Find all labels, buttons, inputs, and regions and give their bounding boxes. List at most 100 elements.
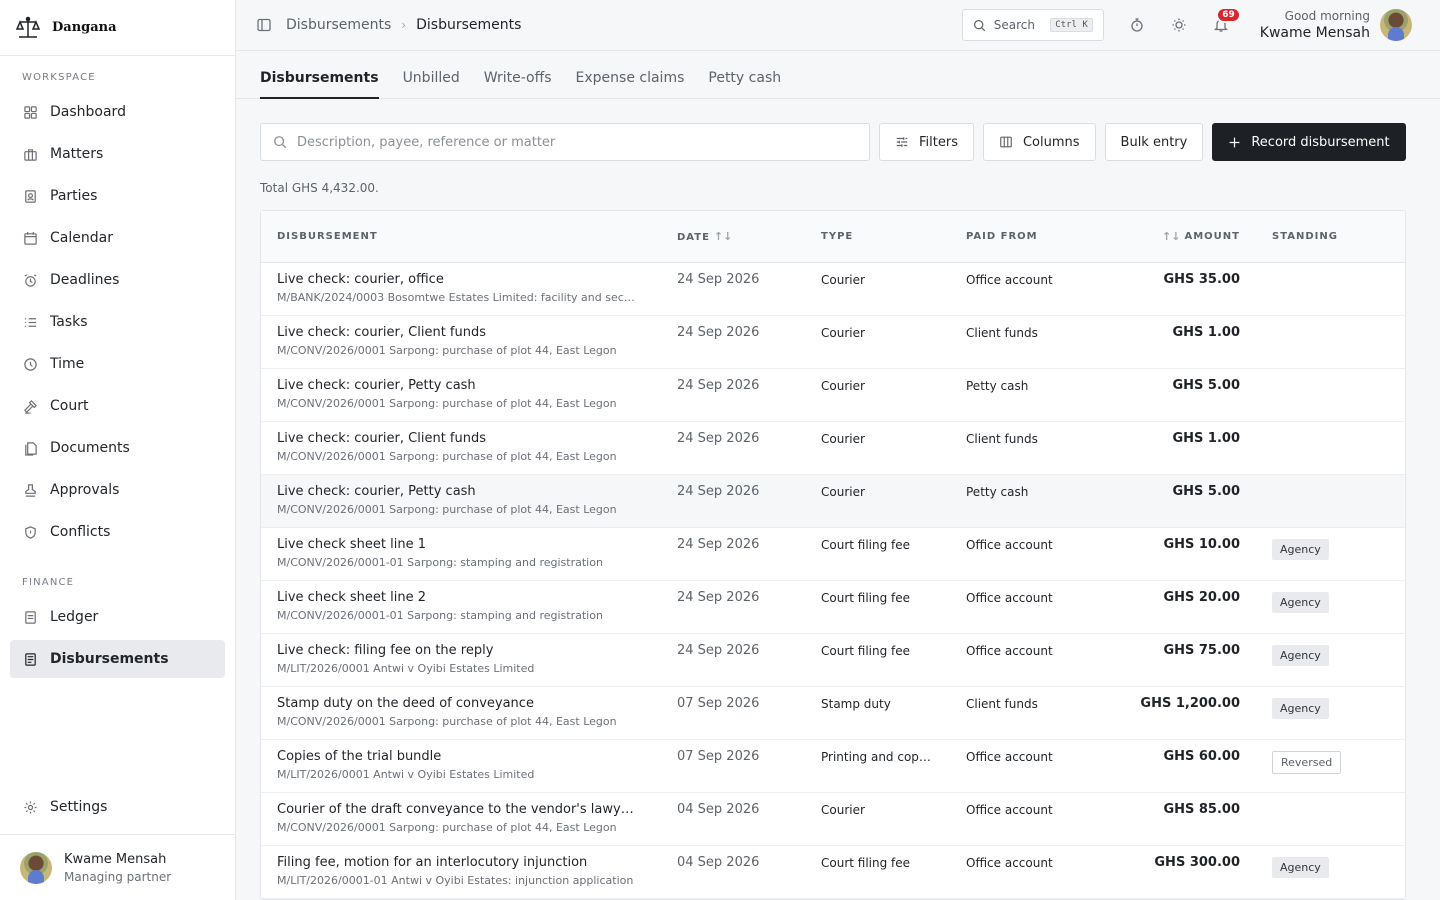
sidebar-item-court[interactable]: Court xyxy=(10,387,225,425)
sidebar-item-matters[interactable]: Matters xyxy=(10,135,225,173)
disbursement-title[interactable]: Live check: courier, office xyxy=(277,272,657,287)
table-row[interactable]: Live check sheet line 2 M/CONV/2026/0001-… xyxy=(261,581,1405,634)
column-header-date[interactable]: DATE ↑↓ xyxy=(677,230,821,243)
sidebar-item-conflicts[interactable]: Conflicts xyxy=(10,513,225,551)
matter-reference[interactable]: M/LIT/2026/0001 Antwi v Oyibi Estates Li… xyxy=(277,662,657,675)
ledger-icon xyxy=(22,609,38,625)
table-row[interactable]: Live check: courier, Client funds M/CONV/… xyxy=(261,316,1405,369)
table-row[interactable]: Live check: filing fee on the reply M/LIT… xyxy=(261,634,1405,687)
tab-write-offs[interactable]: Write-offs xyxy=(484,70,552,98)
paid-from-cell: Office account xyxy=(966,591,1053,605)
table-row[interactable]: Live check: courier, Client funds M/CONV/… xyxy=(261,422,1405,475)
sidebar-item-parties[interactable]: Parties xyxy=(10,177,225,215)
matter-reference[interactable]: M/CONV/2026/0001 Sarpong: purchase of pl… xyxy=(277,344,657,357)
disbursement-cell: Courier of the draft conveyance to the v… xyxy=(261,802,677,834)
matter-reference[interactable]: M/CONV/2026/0001 Sarpong: purchase of pl… xyxy=(277,503,657,516)
brand-name: Dangana xyxy=(52,20,117,35)
column-header-paid-from[interactable]: PAID FROM xyxy=(966,231,1096,242)
disbursement-cell: Live check sheet line 2 M/CONV/2026/0001-… xyxy=(261,590,677,622)
table-row[interactable]: Live check: courier, Petty cash M/CONV/20… xyxy=(261,475,1405,528)
table-row[interactable]: Stamp duty on the deed of conveyance M/CO… xyxy=(261,687,1405,740)
search-field[interactable] xyxy=(260,123,870,161)
breadcrumb-link[interactable]: Disbursements xyxy=(286,17,391,33)
disbursement-title[interactable]: Copies of the trial bundle xyxy=(277,749,657,764)
matter-reference[interactable]: M/CONV/2026/0001 Sarpong: purchase of pl… xyxy=(277,397,657,410)
disbursement-cell: Live check: courier, Client funds M/CONV/… xyxy=(261,325,677,357)
type-cell: Courier xyxy=(821,379,865,393)
column-header-standing[interactable]: STANDING xyxy=(1240,231,1400,242)
matter-reference[interactable]: M/CONV/2026/0001 Sarpong: purchase of pl… xyxy=(277,715,657,728)
disbursement-title[interactable]: Live check sheet line 1 xyxy=(277,537,657,552)
record-disbursement-button[interactable]: Record disbursement xyxy=(1212,123,1406,161)
tab-expense-claims[interactable]: Expense claims xyxy=(576,70,685,98)
sun-icon[interactable] xyxy=(1170,16,1188,34)
search-input[interactable] xyxy=(297,134,857,150)
stopwatch-icon[interactable] xyxy=(1128,16,1146,34)
disbursement-cell: Live check: courier, Petty cash M/CONV/20… xyxy=(261,484,677,516)
type-cell: Court filing fee xyxy=(821,538,911,552)
amount-cell: GHS 60.00 xyxy=(1163,749,1240,764)
scales-logo-icon xyxy=(14,14,42,42)
column-header-type[interactable]: TYPE xyxy=(821,231,966,242)
matter-reference[interactable]: M/LIT/2026/0001-01 Antwi v Oyibi Estates… xyxy=(277,874,657,887)
sidebar-item-ledger[interactable]: Ledger xyxy=(10,598,225,636)
disbursement-title[interactable]: Live check: courier, Client funds xyxy=(277,325,657,340)
sidebar-toggle-icon[interactable] xyxy=(256,17,272,33)
user-profile[interactable]: Kwame Mensah Managing partner xyxy=(0,834,235,900)
matter-reference[interactable]: M/CONV/2026/0001-01 Sarpong: stamping an… xyxy=(277,556,657,569)
disbursement-title[interactable]: Live check: courier, Petty cash xyxy=(277,378,657,393)
sidebar-item-dashboard[interactable]: Dashboard xyxy=(10,93,225,131)
paid-from-cell: Client funds xyxy=(966,326,1038,340)
global-search-button[interactable]: Search Ctrl K xyxy=(961,9,1104,42)
table-row[interactable]: Live check sheet line 1 M/CONV/2026/0001-… xyxy=(261,528,1405,581)
date-cell: 07 Sep 2026 xyxy=(677,749,760,764)
sidebar-item-label: Deadlines xyxy=(50,272,120,288)
disbursement-title[interactable]: Filing fee, motion for an interlocutory … xyxy=(277,855,657,870)
sidebar-item-label: Documents xyxy=(50,440,130,456)
sidebar-item-time[interactable]: Time xyxy=(10,345,225,383)
user-avatar[interactable] xyxy=(1380,9,1412,42)
type-cell: Court filing fee xyxy=(821,856,911,870)
matter-reference[interactable]: M/CONV/2026/0001 Sarpong: purchase of pl… xyxy=(277,450,657,463)
sidebar-item-approvals[interactable]: Approvals xyxy=(10,471,225,509)
toolbar: Filters Columns Bulk entry Record disbur… xyxy=(260,123,1406,161)
table-row[interactable]: Copies of the trial bundle M/LIT/2026/000… xyxy=(261,740,1405,793)
column-header-amount[interactable]: ↑↓ AMOUNT xyxy=(1096,230,1240,243)
filters-button[interactable]: Filters xyxy=(879,123,974,161)
disbursements-table: DISBURSEMENT DATE ↑↓ TYPE PAID FROM ↑↓ AMO… xyxy=(260,210,1406,900)
matter-reference[interactable]: M/BANK/2024/0003 Bosomtwe Estates Limite… xyxy=(277,291,657,304)
tab-disbursements[interactable]: Disbursements xyxy=(260,70,379,99)
sidebar-item-documents[interactable]: Documents xyxy=(10,429,225,467)
table-row[interactable]: Live check: courier, office M/BANK/2024/0… xyxy=(261,263,1405,316)
disbursement-title[interactable]: Live check: courier, Petty cash xyxy=(277,484,657,499)
sidebar-item-disbursements[interactable]: Disbursements xyxy=(10,640,225,678)
chevron-right-icon: › xyxy=(401,18,407,33)
paid-from-cell: Client funds xyxy=(966,697,1038,711)
disbursement-title[interactable]: Live check: courier, Client funds xyxy=(277,431,657,446)
bell-icon[interactable]: 69 xyxy=(1212,7,1241,34)
matter-reference[interactable]: M/CONV/2026/0001-01 Sarpong: stamping an… xyxy=(277,609,657,622)
tab-unbilled[interactable]: Unbilled xyxy=(403,70,460,98)
date-cell: 07 Sep 2026 xyxy=(677,696,760,711)
brand[interactable]: Dangana xyxy=(0,0,235,56)
sidebar-item-calendar[interactable]: Calendar xyxy=(10,219,225,257)
column-header-disbursement[interactable]: DISBURSEMENT xyxy=(261,231,677,242)
matter-reference[interactable]: M/CONV/2026/0001 Sarpong: purchase of pl… xyxy=(277,821,657,834)
tab-petty-cash[interactable]: Petty cash xyxy=(708,70,781,98)
table-row[interactable]: Courier of the draft conveyance to the v… xyxy=(261,793,1405,846)
total-summary: Total GHS 4,432.00. xyxy=(260,181,379,195)
columns-button[interactable]: Columns xyxy=(982,123,1096,161)
sidebar-item-settings[interactable]: Settings xyxy=(10,788,225,826)
sidebar-item-tasks[interactable]: Tasks xyxy=(10,303,225,341)
table-row[interactable]: Filing fee, motion for an interlocutory … xyxy=(261,846,1405,899)
paid-from-cell: Office account xyxy=(966,750,1053,764)
table-row[interactable]: Live check: courier, Petty cash M/CONV/20… xyxy=(261,369,1405,422)
disbursement-title[interactable]: Courier of the draft conveyance to the v… xyxy=(277,802,657,817)
sidebar-item-deadlines[interactable]: Deadlines xyxy=(10,261,225,299)
disbursement-title[interactable]: Stamp duty on the deed of conveyance xyxy=(277,696,657,711)
matter-reference[interactable]: M/LIT/2026/0001 Antwi v Oyibi Estates Li… xyxy=(277,768,657,781)
greeting-user-name: Kwame Mensah xyxy=(1259,25,1370,42)
bulk-entry-button[interactable]: Bulk entry xyxy=(1104,123,1204,161)
disbursement-title[interactable]: Live check sheet line 2 xyxy=(277,590,657,605)
disbursement-title[interactable]: Live check: filing fee on the reply xyxy=(277,643,657,658)
